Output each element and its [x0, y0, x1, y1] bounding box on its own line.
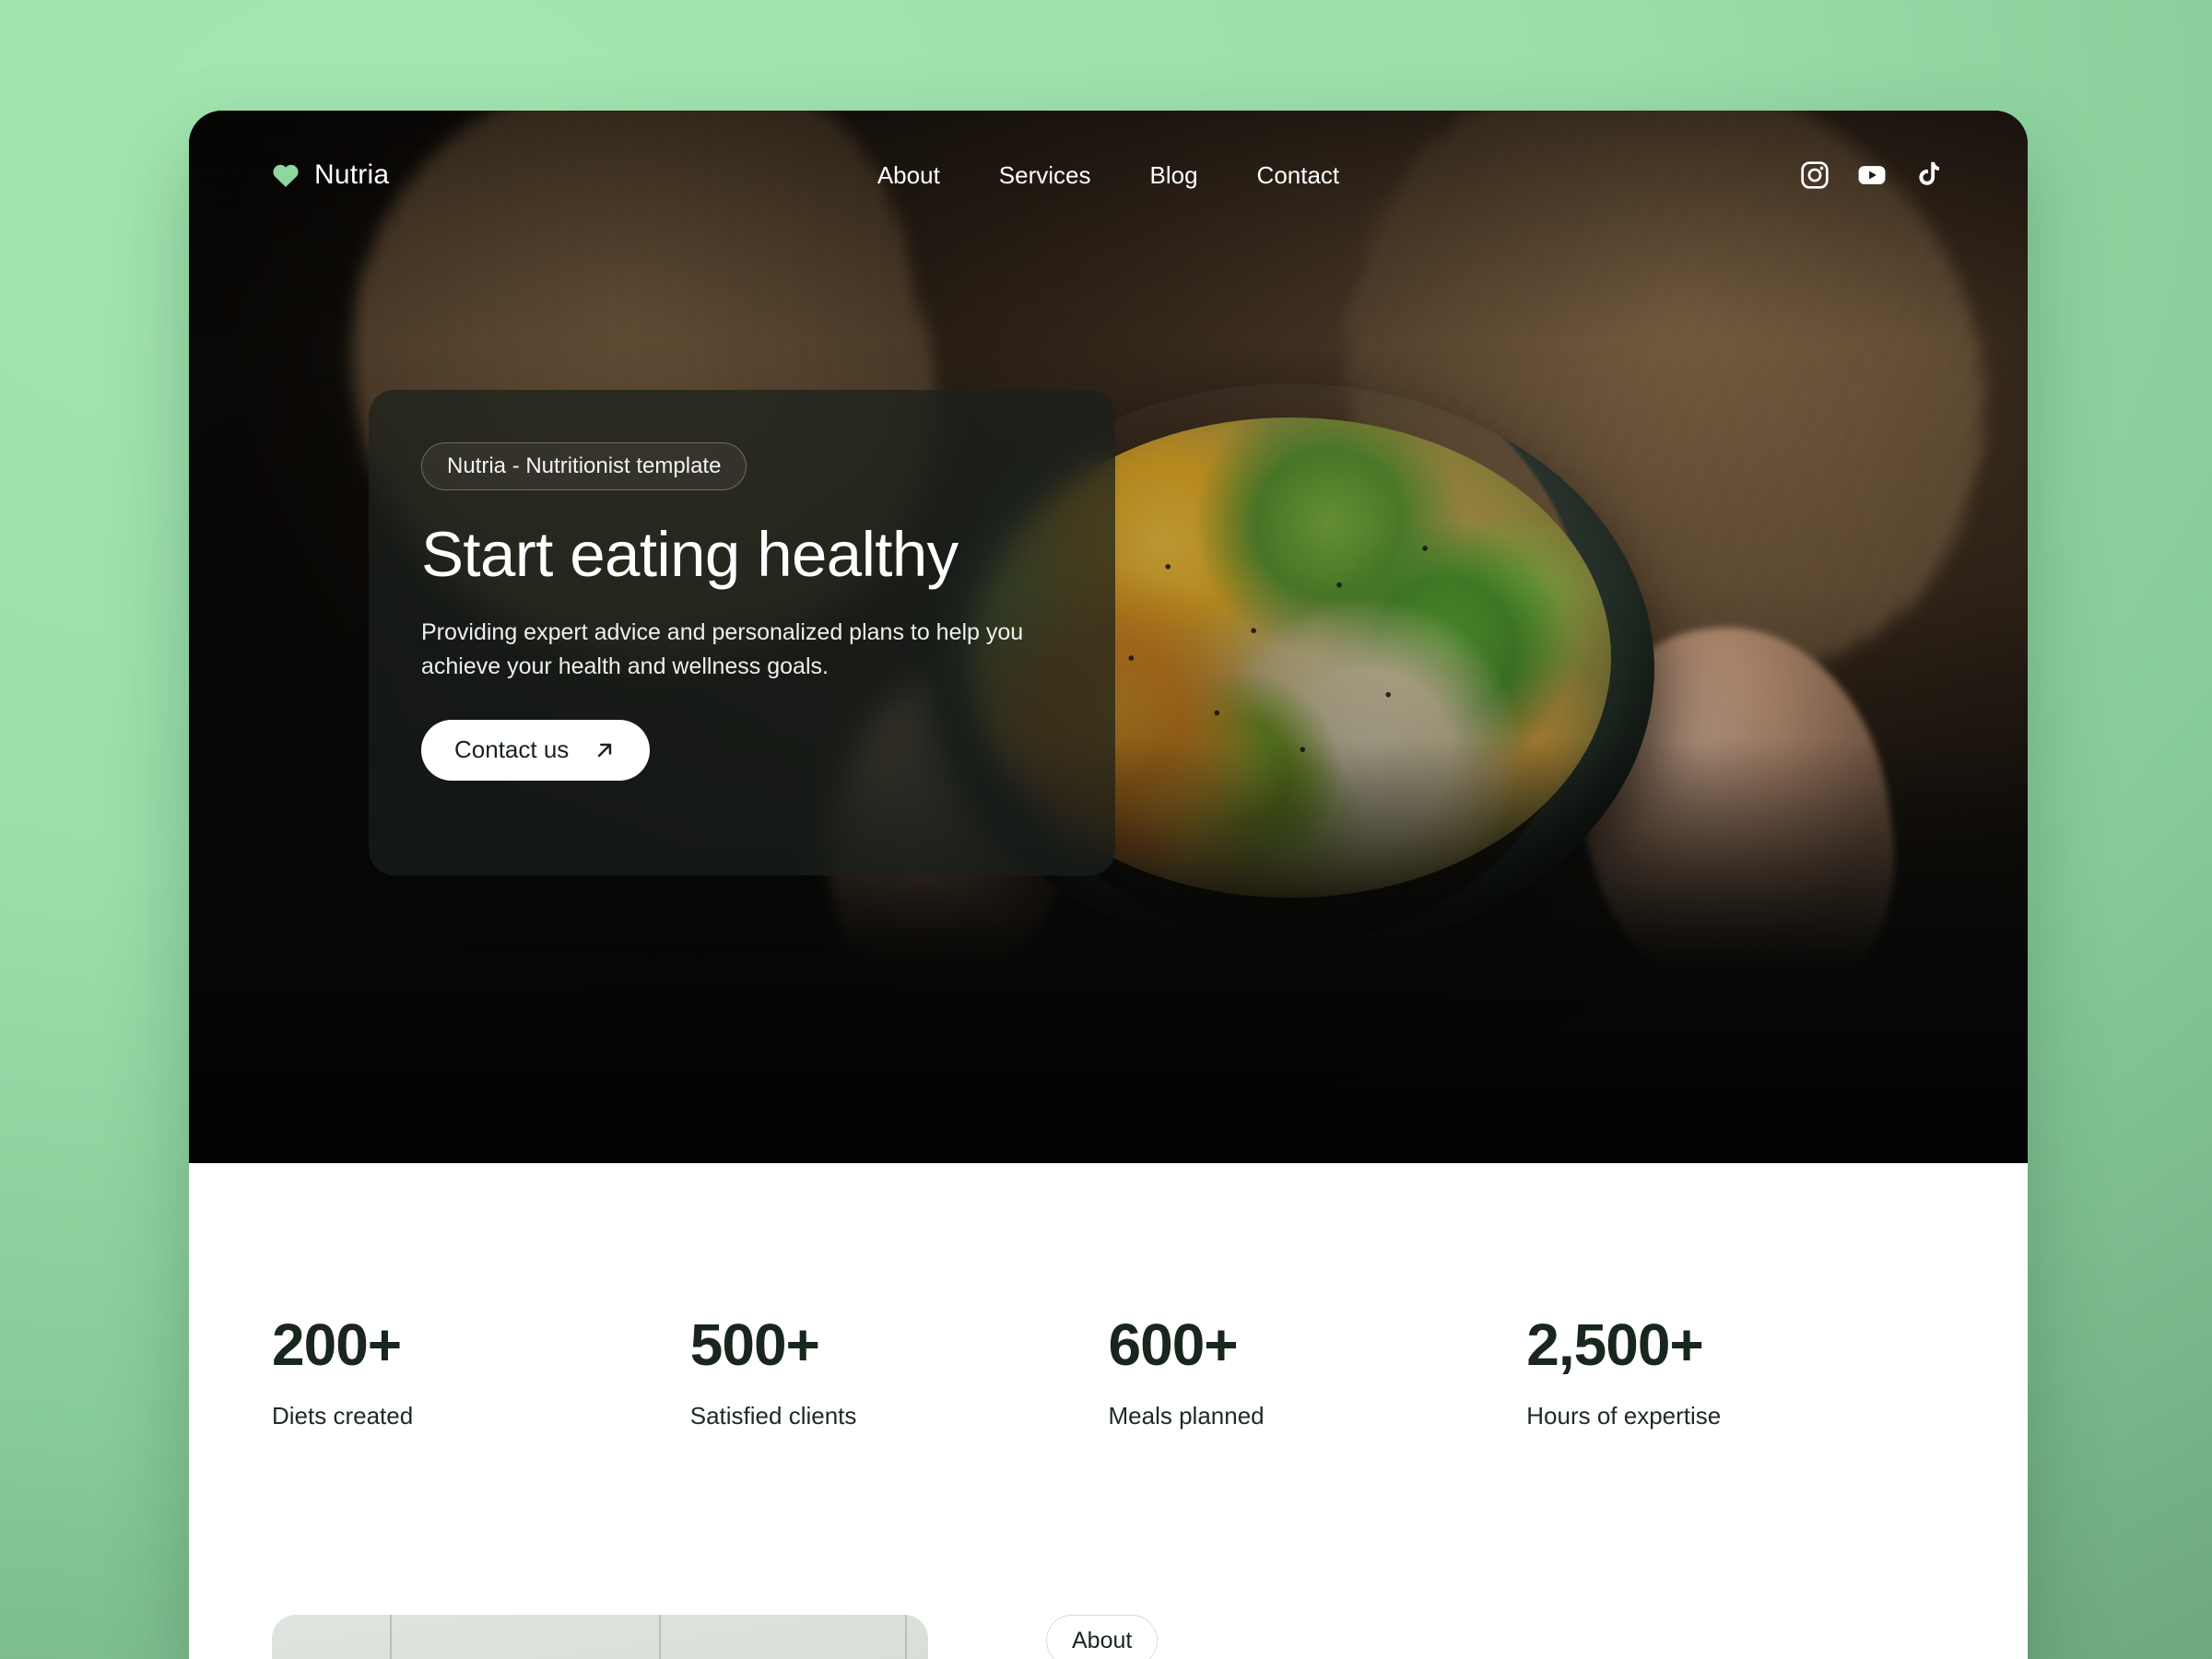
- nav-links: About Services Blog Contact: [877, 161, 1339, 190]
- hero-section: Nutria About Services Blog Contact Nutri…: [189, 111, 2028, 1163]
- stats-section: 200+ Diets created 500+ Satisfied client…: [189, 1163, 2028, 1430]
- stat-label: Satisfied clients: [689, 1402, 857, 1430]
- stat-value: 200+: [272, 1312, 402, 1378]
- navbar: Nutria About Services Blog Contact: [189, 111, 2028, 240]
- stat-label: Diets created: [272, 1402, 414, 1430]
- about-text: About Wanna stay fit & healthy?: [1046, 1615, 1945, 1659]
- hero-badge: Nutria - Nutritionist template: [421, 442, 747, 490]
- instagram-icon[interactable]: [1799, 159, 1830, 191]
- stat-value: 2,500+: [1526, 1312, 1704, 1378]
- hero-title: Start eating healthy: [421, 519, 959, 590]
- stat-value: 500+: [689, 1312, 820, 1378]
- stat-item: 200+ Diets created: [272, 1315, 690, 1430]
- nav-link-blog[interactable]: Blog: [1150, 161, 1198, 190]
- stat-item: 2,500+ Hours of expertise: [1526, 1315, 1945, 1430]
- about-image: [272, 1615, 928, 1659]
- nav-link-services[interactable]: Services: [999, 161, 1091, 190]
- contact-us-button[interactable]: Contact us: [421, 719, 651, 781]
- about-badge: About: [1046, 1615, 1159, 1659]
- stat-value: 600+: [1108, 1312, 1239, 1378]
- stat-label: Meals planned: [1108, 1402, 1265, 1430]
- brand-name: Nutria: [314, 159, 390, 190]
- stat-label: Hours of expertise: [1526, 1402, 1722, 1430]
- wall-seam: [905, 1615, 908, 1659]
- hero-subtitle: Providing expert advice and personalized…: [421, 619, 1024, 679]
- stat-item: 600+ Meals planned: [1109, 1315, 1527, 1430]
- about-section: About Wanna stay fit & healthy?: [189, 1430, 2028, 1659]
- wall-seam: [390, 1615, 393, 1659]
- brand-logo[interactable]: Nutria: [272, 159, 389, 191]
- stat-item: 500+ Satisfied clients: [690, 1315, 1109, 1430]
- arrow-up-right-icon: [598, 743, 612, 758]
- social-links: [1799, 159, 1945, 191]
- hero-card: Nutria - Nutritionist template Start eat…: [369, 390, 1115, 876]
- nav-link-contact[interactable]: Contact: [1257, 161, 1340, 190]
- heart-icon: [273, 164, 299, 187]
- tiktok-icon[interactable]: [1913, 159, 1945, 191]
- nav-link-about[interactable]: About: [877, 161, 940, 190]
- contact-us-label: Contact us: [454, 735, 570, 764]
- wall-seam: [659, 1615, 662, 1659]
- page-container: Nutria About Services Blog Contact Nutri…: [189, 111, 2028, 1659]
- youtube-icon[interactable]: [1856, 159, 1888, 191]
